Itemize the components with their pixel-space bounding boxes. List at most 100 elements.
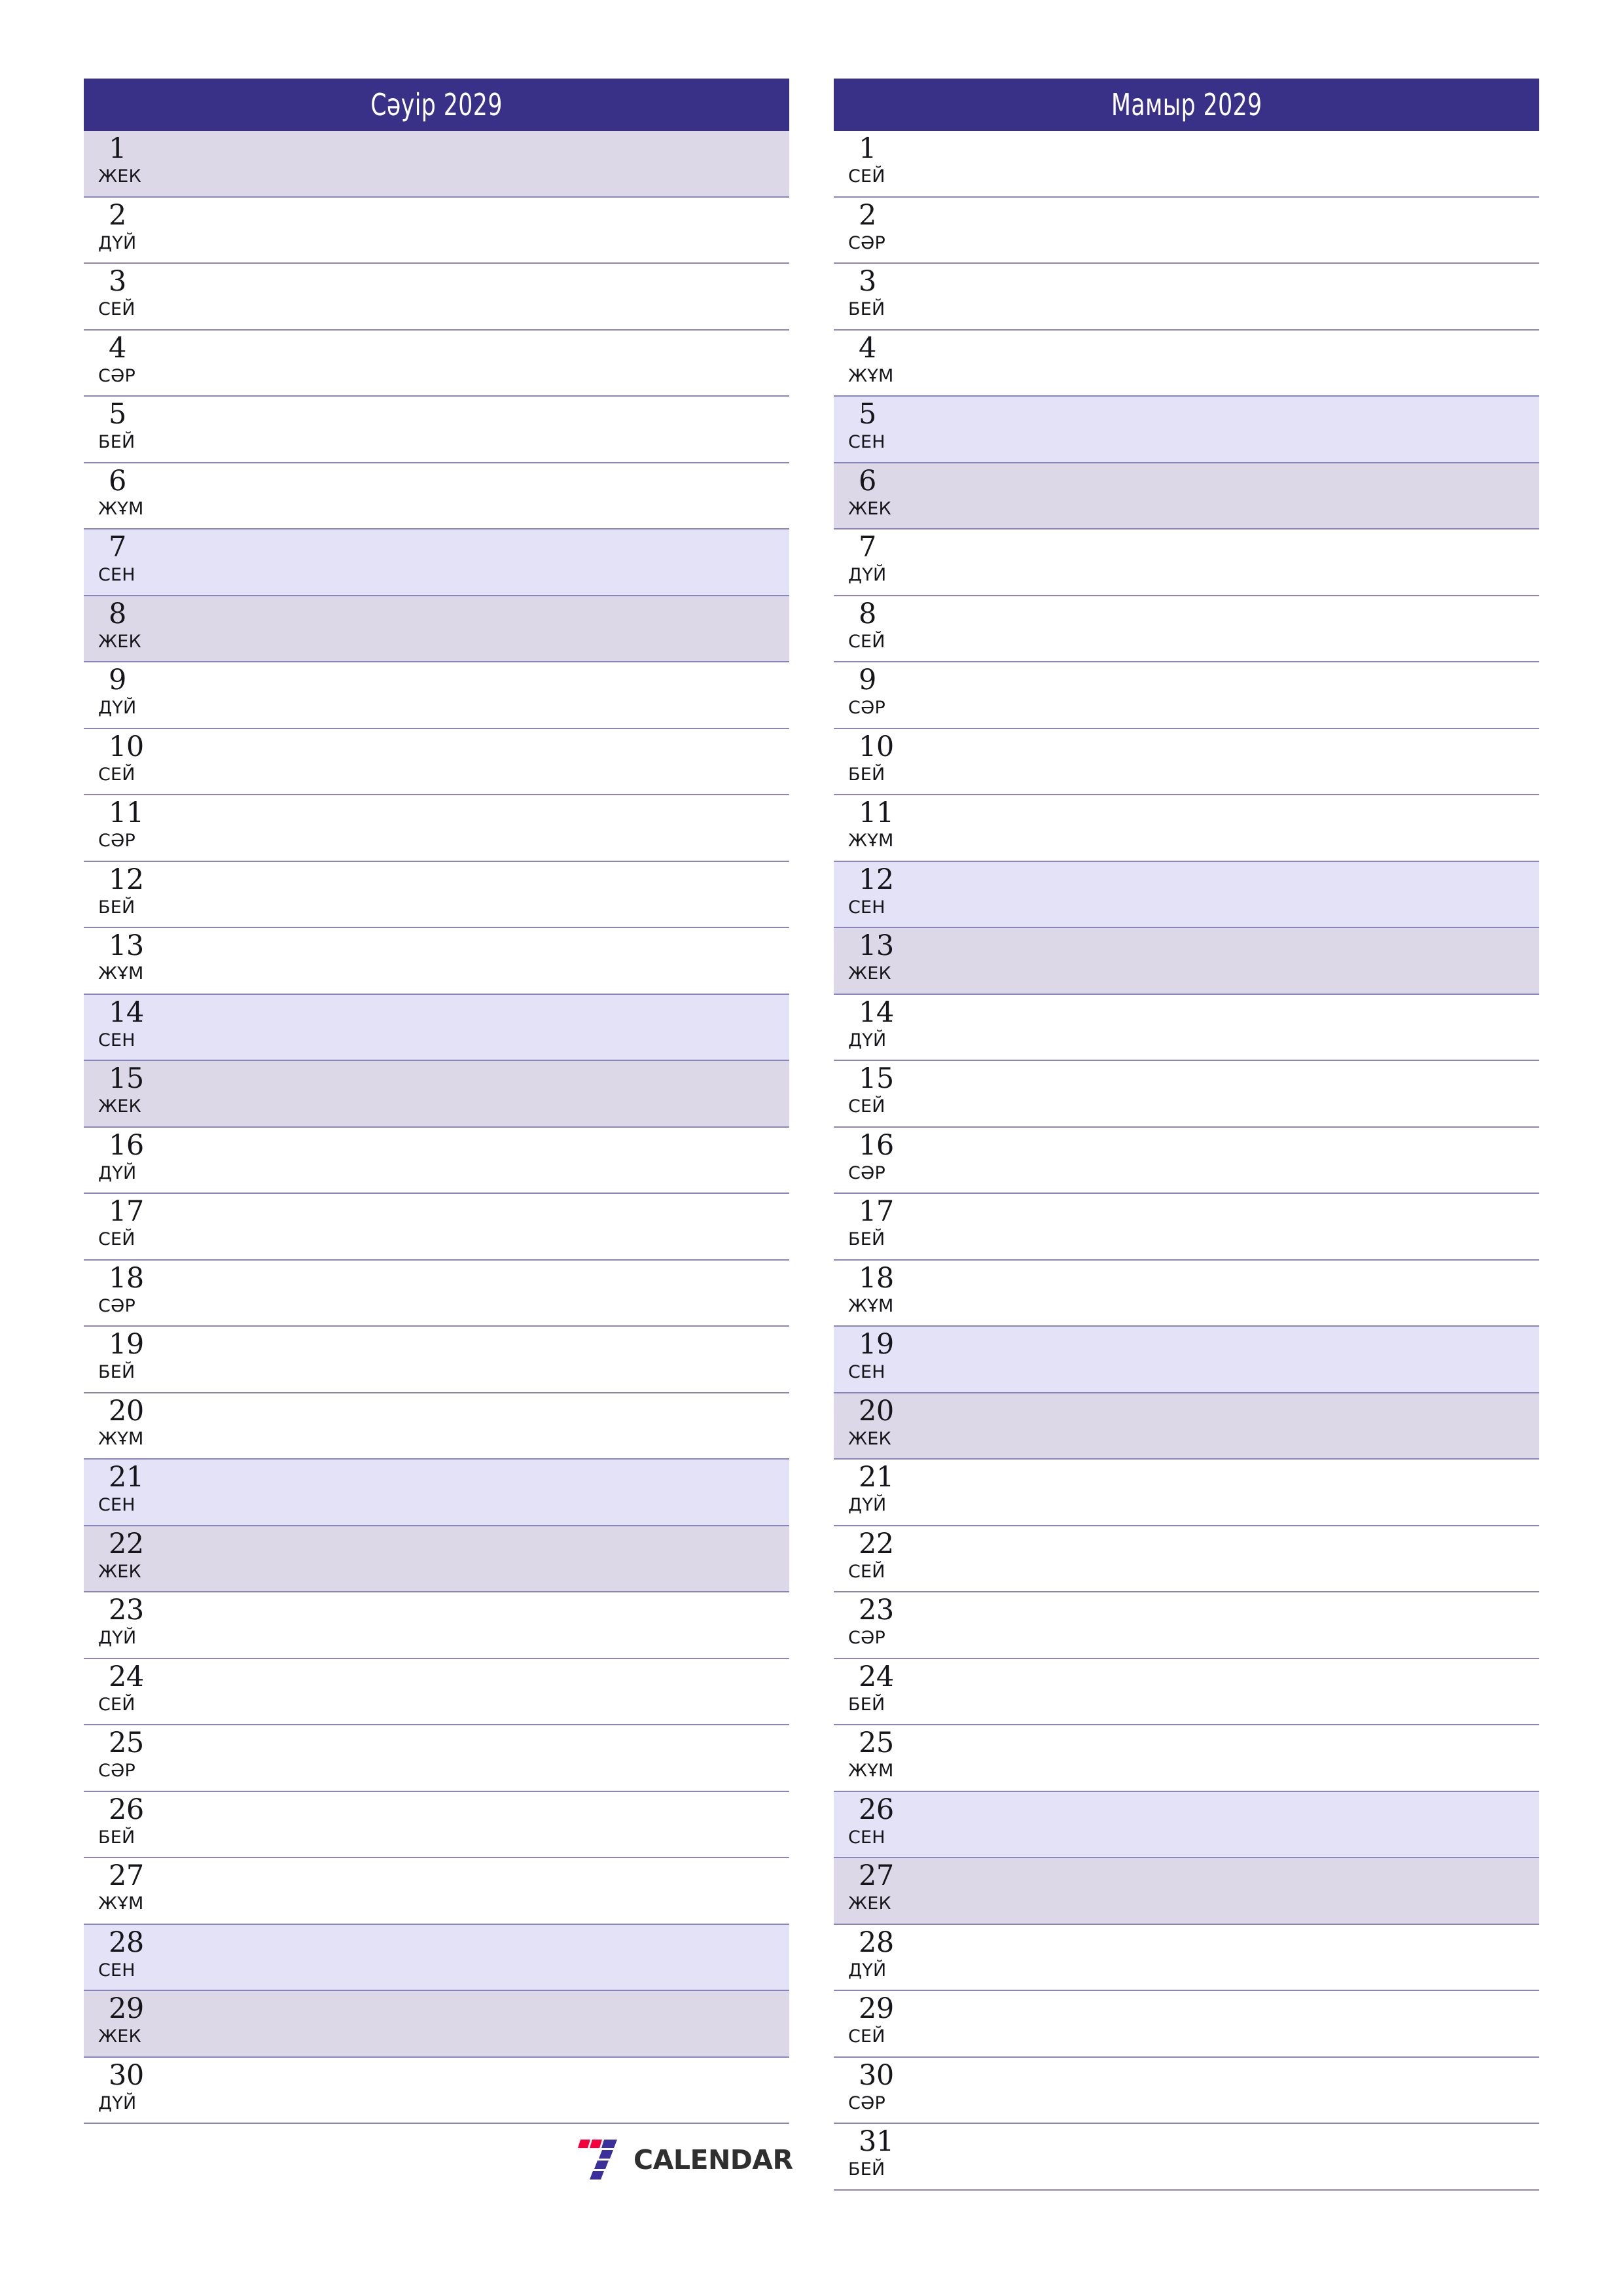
day-row[interactable]: 29 СЕЙ: [834, 1991, 1539, 2058]
day-row[interactable]: 5 БЕЙ: [84, 397, 789, 463]
day-notes-area[interactable]: [932, 1725, 1539, 1791]
day-row[interactable]: 14 ДҮЙ: [834, 994, 1539, 1061]
day-row[interactable]: 5 СЕН: [834, 397, 1539, 463]
day-row[interactable]: 12 СЕН: [834, 861, 1539, 928]
day-row[interactable]: 17 СЕЙ: [84, 1194, 789, 1261]
day-notes-area[interactable]: [182, 928, 789, 994]
day-row[interactable]: 2 СӘР: [834, 197, 1539, 264]
day-notes-area[interactable]: [932, 1061, 1539, 1126]
day-row[interactable]: 16 ДҮЙ: [84, 1127, 789, 1194]
day-notes-area[interactable]: [932, 1592, 1539, 1658]
day-notes-area[interactable]: [932, 2058, 1539, 2123]
day-row[interactable]: 19 СЕН: [834, 1327, 1539, 1393]
day-notes-area[interactable]: [182, 1327, 789, 1392]
day-notes-area[interactable]: [182, 596, 789, 662]
day-row[interactable]: 11 ЖҰМ: [834, 795, 1539, 862]
day-row[interactable]: 11 СӘР: [84, 795, 789, 862]
day-notes-area[interactable]: [182, 397, 789, 462]
day-row[interactable]: 24 БЕЙ: [834, 1659, 1539, 1725]
day-row[interactable]: 13 ЖҰМ: [84, 928, 789, 995]
day-notes-area[interactable]: [932, 928, 1539, 994]
day-notes-area[interactable]: [932, 1792, 1539, 1857]
day-notes-area[interactable]: [932, 397, 1539, 462]
day-row[interactable]: 30 ДҮЙ: [84, 2057, 789, 2124]
day-row[interactable]: 16 СӘР: [834, 1127, 1539, 1194]
day-notes-area[interactable]: [182, 1526, 789, 1592]
day-notes-area[interactable]: [182, 198, 789, 263]
day-notes-area[interactable]: [932, 1194, 1539, 1259]
day-notes-area[interactable]: [182, 1659, 789, 1725]
day-notes-area[interactable]: [932, 198, 1539, 263]
day-row[interactable]: 1 СЕЙ: [834, 131, 1539, 198]
day-row[interactable]: 20 ЖҰМ: [84, 1393, 789, 1460]
day-row[interactable]: 1 ЖЕК: [84, 131, 789, 198]
day-notes-area[interactable]: [932, 264, 1539, 329]
day-row[interactable]: 17 БЕЙ: [834, 1194, 1539, 1261]
day-row[interactable]: 6 ЖЕК: [834, 463, 1539, 529]
day-notes-area[interactable]: [182, 131, 789, 196]
day-row[interactable]: 25 СӘР: [84, 1725, 789, 1792]
day-row[interactable]: 2 ДҮЙ: [84, 197, 789, 264]
day-row[interactable]: 26 БЕЙ: [84, 1791, 789, 1858]
day-notes-area[interactable]: [182, 1393, 789, 1459]
day-notes-area[interactable]: [182, 729, 789, 795]
day-row[interactable]: 28 ДҮЙ: [834, 1924, 1539, 1991]
day-row[interactable]: 10 БЕЙ: [834, 728, 1539, 795]
day-row[interactable]: 22 СЕЙ: [834, 1526, 1539, 1592]
day-row[interactable]: 20 ЖЕК: [834, 1393, 1539, 1460]
day-notes-area[interactable]: [182, 1128, 789, 1193]
day-row[interactable]: 8 ЖЕК: [84, 596, 789, 662]
day-row[interactable]: 12 БЕЙ: [84, 861, 789, 928]
day-notes-area[interactable]: [182, 1061, 789, 1126]
day-notes-area[interactable]: [182, 995, 789, 1060]
day-notes-area[interactable]: [932, 1460, 1539, 1525]
day-row[interactable]: 27 ЖҰМ: [84, 1858, 789, 1925]
day-notes-area[interactable]: [182, 529, 789, 595]
day-row[interactable]: 29 ЖЕК: [84, 1991, 789, 2058]
day-row[interactable]: 18 СӘР: [84, 1260, 789, 1327]
day-notes-area[interactable]: [182, 1858, 789, 1924]
day-notes-area[interactable]: [932, 463, 1539, 529]
day-row[interactable]: 3 СЕЙ: [84, 264, 789, 331]
day-notes-area[interactable]: [932, 1261, 1539, 1326]
day-row[interactable]: 31 БЕЙ: [834, 2124, 1539, 2191]
day-notes-area[interactable]: [182, 1991, 789, 2056]
day-notes-area[interactable]: [932, 331, 1539, 396]
day-row[interactable]: 13 ЖЕК: [834, 928, 1539, 995]
day-row[interactable]: 14 СЕН: [84, 994, 789, 1061]
day-row[interactable]: 6 ЖҰМ: [84, 463, 789, 529]
day-notes-area[interactable]: [182, 1925, 789, 1990]
day-notes-area[interactable]: [182, 264, 789, 329]
day-notes-area[interactable]: [932, 596, 1539, 662]
day-notes-area[interactable]: [932, 131, 1539, 196]
day-row[interactable]: 7 ДҮЙ: [834, 529, 1539, 596]
day-row[interactable]: 26 СЕН: [834, 1791, 1539, 1858]
day-row[interactable]: 21 СЕН: [84, 1460, 789, 1526]
day-row[interactable]: 22 ЖЕК: [84, 1526, 789, 1592]
day-notes-area[interactable]: [932, 1991, 1539, 2056]
day-row[interactable]: 15 СЕЙ: [834, 1061, 1539, 1128]
day-notes-area[interactable]: [932, 1393, 1539, 1459]
day-notes-area[interactable]: [932, 662, 1539, 728]
day-row[interactable]: 23 ДҮЙ: [84, 1592, 789, 1659]
day-notes-area[interactable]: [182, 1460, 789, 1525]
day-row[interactable]: 4 ЖҰМ: [834, 330, 1539, 397]
day-row[interactable]: 10 СЕЙ: [84, 728, 789, 795]
day-notes-area[interactable]: [932, 1659, 1539, 1725]
day-notes-area[interactable]: [182, 331, 789, 396]
day-row[interactable]: 25 ЖҰМ: [834, 1725, 1539, 1792]
day-notes-area[interactable]: [932, 995, 1539, 1060]
day-row[interactable]: 24 СЕЙ: [84, 1659, 789, 1725]
day-notes-area[interactable]: [932, 1925, 1539, 1990]
day-notes-area[interactable]: [182, 463, 789, 529]
day-notes-area[interactable]: [932, 1128, 1539, 1193]
day-row[interactable]: 27 ЖЕК: [834, 1858, 1539, 1925]
day-notes-area[interactable]: [182, 862, 789, 927]
day-notes-area[interactable]: [182, 795, 789, 861]
day-row[interactable]: 18 ЖҰМ: [834, 1260, 1539, 1327]
day-notes-area[interactable]: [932, 2124, 1539, 2189]
day-row[interactable]: 28 СЕН: [84, 1924, 789, 1991]
day-notes-area[interactable]: [932, 1526, 1539, 1592]
day-notes-area[interactable]: [182, 662, 789, 728]
day-row[interactable]: 23 СӘР: [834, 1592, 1539, 1659]
